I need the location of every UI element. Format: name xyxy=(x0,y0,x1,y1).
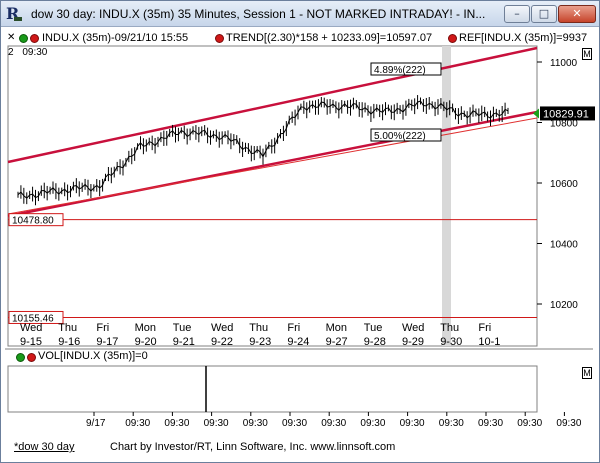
x-date-label: 9-30 xyxy=(440,336,462,348)
volume-panel-frame xyxy=(7,365,538,413)
x-day-label: Thu xyxy=(249,322,268,334)
percent-label: 5.00%(222) xyxy=(374,131,426,142)
x-day-label: Wed xyxy=(211,322,233,334)
x-day-label: Wed xyxy=(20,322,42,334)
volume-readout: VOL[INDU.X (35m)]=0 xyxy=(38,350,148,362)
volume-x-label: 09:30 xyxy=(321,418,346,429)
time-row-time: 09:30 xyxy=(22,47,48,58)
credit-text: Chart by Investor/RT, Linn Software, Inc… xyxy=(110,441,396,453)
time-row: 2 09:30 xyxy=(8,47,47,58)
symbol-readout: INDU.X (35m)-09/21/10 15:55 xyxy=(42,32,189,44)
x-date-label: 9-27 xyxy=(326,336,348,348)
green-status-dot-icon[interactable] xyxy=(19,34,28,43)
y-tick-label: 10200 xyxy=(550,300,578,311)
chart-canvas: 102001040010600108001100010478.8010155.4… xyxy=(5,45,595,429)
trend-readout: TREND[(2.30)*158 + 10233.09]=10597.07 xyxy=(226,32,433,44)
volume-x-label: 09:30 xyxy=(400,418,425,429)
volume-x-label: 09:30 xyxy=(243,418,268,429)
x-day-label: Thu xyxy=(58,322,77,334)
red-status-dot-icon[interactable] xyxy=(30,34,39,43)
volume-green-dot-icon[interactable] xyxy=(16,353,25,362)
x-day-label: Fri xyxy=(96,322,109,334)
reference-line-label: 10478.80 xyxy=(12,216,54,227)
x-day-label: Thu xyxy=(440,322,459,334)
current-price-marker-icon xyxy=(533,108,539,119)
x-date-label: 9-23 xyxy=(249,336,271,348)
footer-bar: *dow 30 day Chart by Investor/RT, Linn S… xyxy=(14,441,395,453)
x-date-label: 9-17 xyxy=(96,336,118,348)
x-date-label: 9-29 xyxy=(402,336,424,348)
x-date-label: 9-28 xyxy=(364,336,386,348)
x-day-label: Fri xyxy=(478,322,491,334)
current-price-value: 10829.91 xyxy=(543,108,589,120)
y-tick-label: 11000 xyxy=(550,58,578,69)
volume-x-label: 09:30 xyxy=(360,418,385,429)
volume-x-label: 9/17 xyxy=(86,418,106,429)
x-date-label: 10-1 xyxy=(478,336,500,348)
highlighted-session-column xyxy=(442,46,451,346)
trend-dot-icon[interactable] xyxy=(215,34,224,43)
x-date-label: 9-21 xyxy=(173,336,195,348)
indicator-info-line: ✕ INDU.X (35m)-09/21/10 15:55 TREND[(2.3… xyxy=(5,31,593,45)
x-date-label: 9-16 xyxy=(58,336,80,348)
volume-x-label: 09:30 xyxy=(478,418,503,429)
y-tick-label: 10600 xyxy=(550,179,578,190)
volume-red-dot-icon[interactable] xyxy=(27,353,36,362)
channel-upper-line xyxy=(7,46,538,164)
ref-dot-icon[interactable] xyxy=(448,34,457,43)
trend-line xyxy=(7,117,538,215)
volume-x-label: 09:30 xyxy=(164,418,189,429)
x-date-label: 9-20 xyxy=(135,336,157,348)
x-day-label: Tue xyxy=(364,322,383,334)
time-row-prefix: 2 xyxy=(8,47,14,58)
x-day-label: Fri xyxy=(287,322,300,334)
x-day-label: Mon xyxy=(135,322,156,334)
chart-tab[interactable]: *dow 30 day xyxy=(14,441,75,453)
price-panel-menu-button[interactable]: M xyxy=(582,48,592,60)
price-panel-frame xyxy=(7,45,538,347)
y-tick-label: 10400 xyxy=(550,240,578,251)
volume-x-label: 09:30 xyxy=(125,418,150,429)
volume-x-label: 09:30 xyxy=(517,418,542,429)
x-day-label: Wed xyxy=(402,322,424,334)
volume-panel-menu-button[interactable]: M xyxy=(582,367,592,379)
x-date-label: 9-15 xyxy=(20,336,42,348)
volume-x-label: 09:30 xyxy=(282,418,307,429)
volume-x-label: 09:30 xyxy=(556,418,581,429)
ref-readout: REF[INDU.X (35m)]=9937 xyxy=(459,32,588,44)
x-date-label: 9-24 xyxy=(287,336,309,348)
channel-lower-line xyxy=(7,110,538,218)
x-date-label: 9-22 xyxy=(211,336,233,348)
x-day-label: Tue xyxy=(173,322,192,334)
x-day-label: Mon xyxy=(326,322,347,334)
volume-x-label: 09:30 xyxy=(439,418,464,429)
volume-x-label: 09:30 xyxy=(204,418,229,429)
close-pane-icon[interactable]: ✕ xyxy=(7,31,15,45)
percent-label: 4.89%(222) xyxy=(374,65,426,76)
